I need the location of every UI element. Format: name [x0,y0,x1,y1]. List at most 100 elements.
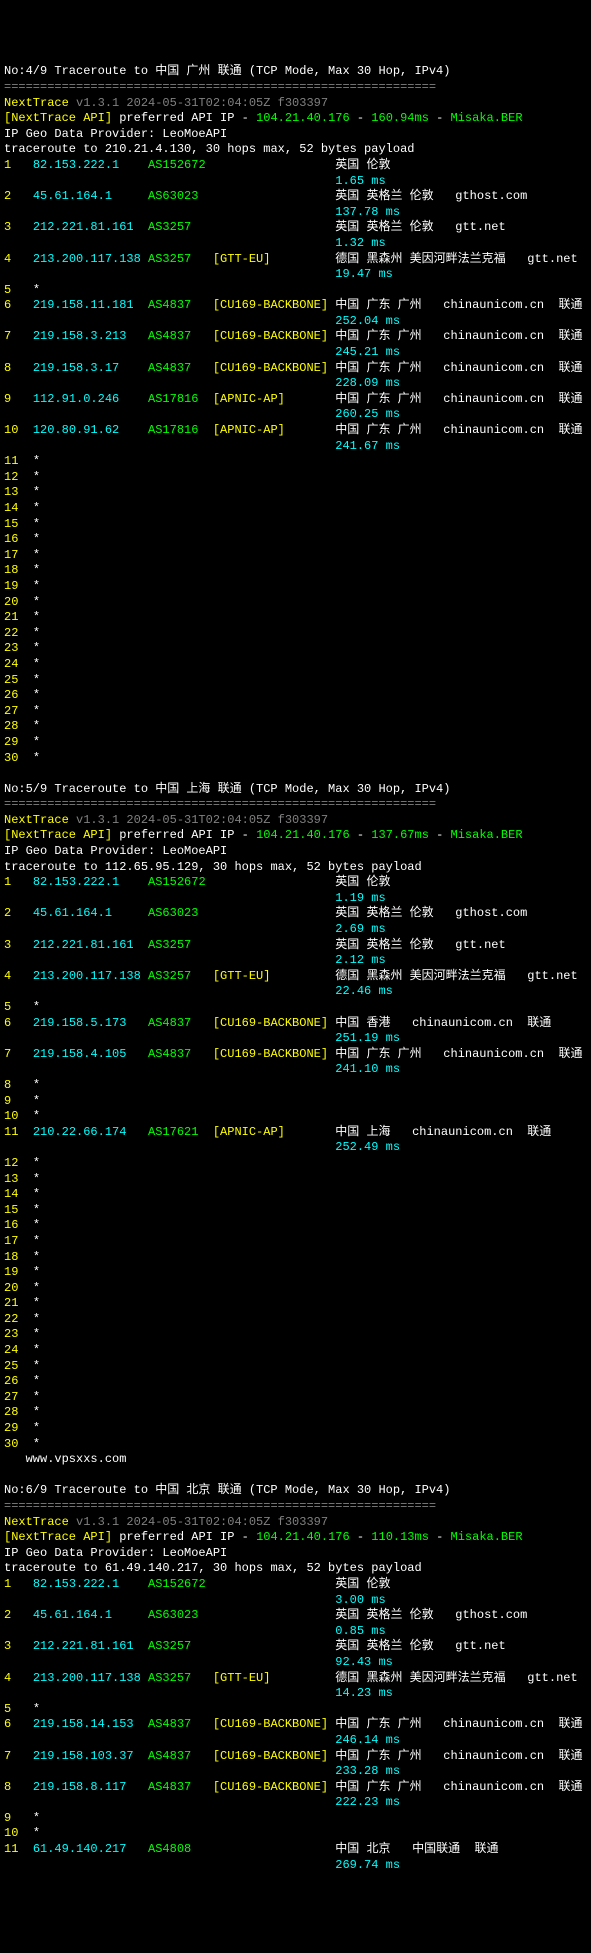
hop-row: 3 212.221.81.161 AS3257 英国 英格兰 伦敦 gtt.ne… [4,220,587,236]
hop-row: 14 * [4,1187,587,1203]
hop-row: 19 * [4,1265,587,1281]
hop-row: 8 * [4,1078,587,1094]
hop-row: 23 * [4,1327,587,1343]
hop-row: 10 120.80.91.62 AS17816 [APNIC-AP] 中国 广东… [4,423,587,439]
hop-latency: 241.10 ms [4,1062,587,1078]
hop-latency: 2.12 ms [4,953,587,969]
hop-latency: 260.25 ms [4,407,587,423]
trace-header: No:6/9 Traceroute to 中国 北京 联通 (TCP Mode,… [4,1483,587,1499]
geo-line: IP Geo Data Provider: LeoMoeAPI [4,127,587,143]
hop-row: 27 * [4,1390,587,1406]
hop-row: 19 * [4,579,587,595]
traceroute-line: traceroute to 210.21.4.130, 30 hops max,… [4,142,587,158]
api-line: [NextTrace API] preferred API IP - 104.2… [4,1530,587,1546]
hop-row: 15 * [4,517,587,533]
hop-row: 4 213.200.117.138 AS3257 [GTT-EU] 德国 黑森州… [4,252,587,268]
api-line: [NextTrace API] preferred API IP - 104.2… [4,828,587,844]
hop-row: 29 * [4,1421,587,1437]
hop-row: 9 * [4,1094,587,1110]
hop-row: 18 * [4,1250,587,1266]
hop-latency: 269.74 ms [4,1858,587,1874]
terminal-output: No:4/9 Traceroute to 中国 广州 联通 (TCP Mode,… [4,64,587,1873]
hop-row: 27 * [4,704,587,720]
hop-latency: 14.23 ms [4,1686,587,1702]
hop-row: 15 * [4,1203,587,1219]
hop-row: 29 * [4,735,587,751]
geo-line: IP Geo Data Provider: LeoMoeAPI [4,1546,587,1562]
hop-row: 9 112.91.0.246 AS17816 [APNIC-AP] 中国 广东 … [4,392,587,408]
traceroute-line: traceroute to 61.49.140.217, 30 hops max… [4,1561,587,1577]
hop-row: 25 * [4,673,587,689]
hop-row: 20 * [4,595,587,611]
hop-row: 11 210.22.66.174 AS17621 [APNIC-AP] 中国 上… [4,1125,587,1141]
hop-row: 30 * [4,751,587,767]
hop-row: 17 * [4,548,587,564]
hop-row: 30 * [4,1437,587,1453]
hop-row: 24 * [4,1343,587,1359]
hop-row: 13 * [4,1172,587,1188]
hop-row: 8 219.158.8.117 AS4837 [CU169-BACKBONE] … [4,1780,587,1796]
hop-row: 16 * [4,532,587,548]
hop-row: 2 45.61.164.1 AS63023 英国 英格兰 伦敦 gthost.c… [4,189,587,205]
hop-latency: 92.43 ms [4,1655,587,1671]
hop-row: 25 * [4,1359,587,1375]
hop-row: 9 * [4,1811,587,1827]
hop-row: 23 * [4,641,587,657]
hop-row: 24 * [4,657,587,673]
hop-row: 6 219.158.5.173 AS4837 [CU169-BACKBONE] … [4,1016,587,1032]
hop-row: 4 213.200.117.138 AS3257 [GTT-EU] 德国 黑森州… [4,969,587,985]
hop-row: 13 * [4,485,587,501]
hop-row: 16 * [4,1218,587,1234]
divider: ========================================… [4,80,587,96]
hop-row: 10 * [4,1826,587,1842]
hop-latency: 3.00 ms [4,1593,587,1609]
hop-row: 2 45.61.164.1 AS63023 英国 英格兰 伦敦 gthost.c… [4,1608,587,1624]
hop-row: 18 * [4,563,587,579]
hop-latency: 1.32 ms [4,236,587,252]
trace-header: No:5/9 Traceroute to 中国 上海 联通 (TCP Mode,… [4,782,587,798]
hop-row: 1 82.153.222.1 AS152672 英国 伦敦 [4,875,587,891]
hop-row: 28 * [4,1405,587,1421]
divider: ========================================… [4,797,587,813]
hop-row: 5 * [4,283,587,299]
hop-row: 7 219.158.103.37 AS4837 [CU169-BACKBONE]… [4,1749,587,1765]
hop-row: 7 219.158.4.105 AS4837 [CU169-BACKBONE] … [4,1047,587,1063]
hop-latency: 222.23 ms [4,1795,587,1811]
hop-row: 21 * [4,610,587,626]
hop-row: 11 61.49.140.217 AS4808 中国 北京 中国联通 联通 [4,1842,587,1858]
hop-latency: 1.65 ms [4,174,587,190]
hop-latency: 22.46 ms [4,984,587,1000]
api-line: [NextTrace API] preferred API IP - 104.2… [4,111,587,127]
hop-row: 22 * [4,626,587,642]
hop-row: 10 * [4,1109,587,1125]
hop-row: 28 * [4,719,587,735]
hop-latency: 233.28 ms [4,1764,587,1780]
hop-row: 5 * [4,1702,587,1718]
hop-latency: 0.85 ms [4,1624,587,1640]
nexttrace-line: NextTrace v1.3.1 2024-05-31T02:04:05Z f3… [4,96,587,112]
hop-latency: 1.19 ms [4,891,587,907]
hop-row: 1 82.153.222.1 AS152672 英国 伦敦 [4,158,587,174]
nexttrace-line: NextTrace v1.3.1 2024-05-31T02:04:05Z f3… [4,1515,587,1531]
hop-row: 26 * [4,688,587,704]
trace-header: No:4/9 Traceroute to 中国 广州 联通 (TCP Mode,… [4,64,587,80]
hop-latency: 245.21 ms [4,345,587,361]
hop-row: 26 * [4,1374,587,1390]
hop-latency: 241.67 ms [4,439,587,455]
hop-row: 6 219.158.14.153 AS4837 [CU169-BACKBONE]… [4,1717,587,1733]
hop-row: 8 219.158.3.17 AS4837 [CU169-BACKBONE] 中… [4,361,587,377]
hop-latency: 228.09 ms [4,376,587,392]
hop-row: 12 * [4,1156,587,1172]
hop-latency: 252.49 ms [4,1140,587,1156]
hop-row: 14 * [4,501,587,517]
blank-line [4,1468,587,1484]
nexttrace-line: NextTrace v1.3.1 2024-05-31T02:04:05Z f3… [4,813,587,829]
hop-row: 7 219.158.3.213 AS4837 [CU169-BACKBONE] … [4,329,587,345]
hop-row: 20 * [4,1281,587,1297]
hop-latency: 2.69 ms [4,922,587,938]
divider: ========================================… [4,1499,587,1515]
hop-row: 17 * [4,1234,587,1250]
hop-row: 5 * [4,1000,587,1016]
hop-latency: 246.14 ms [4,1733,587,1749]
hop-latency: 252.04 ms [4,314,587,330]
